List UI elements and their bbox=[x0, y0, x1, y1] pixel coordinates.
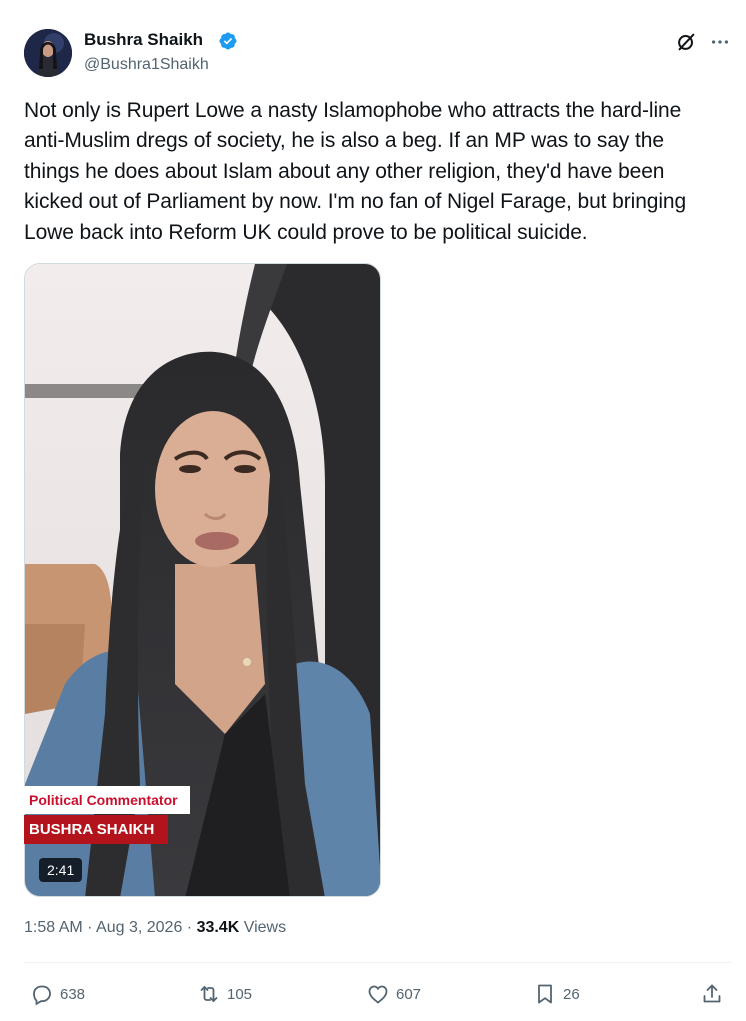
meta-separator: · bbox=[182, 919, 197, 936]
tweet-date[interactable]: Aug 3, 2026 bbox=[96, 919, 182, 936]
bookmark-icon bbox=[538, 984, 552, 1004]
like-icon bbox=[368, 985, 388, 1004]
views-count: 33.4K bbox=[196, 919, 240, 936]
tweet-time[interactable]: 1:58 AM bbox=[24, 919, 83, 936]
repost-count: 105 bbox=[227, 985, 253, 1003]
author-handle[interactable]: @Bushra1Shaikh bbox=[84, 56, 209, 74]
tweet-meta: 1:58 AM · Aug 3, 2026 · 33.4K Views bbox=[24, 919, 286, 937]
video-duration: 2:41 bbox=[39, 858, 83, 882]
divider bbox=[24, 962, 732, 963]
verified-badge-icon bbox=[218, 31, 238, 51]
more-icon[interactable] bbox=[709, 31, 731, 53]
tweet-text: Not only is Rupert Lowe a nasty Islamoph… bbox=[24, 99, 687, 244]
lower-third-name: BUSHRA SHAIKH bbox=[24, 815, 169, 844]
repost-button[interactable]: 105 bbox=[197, 980, 252, 1008]
lower-third-title: Political Commentator bbox=[24, 786, 190, 814]
bookmark-button[interactable]: 26 bbox=[533, 980, 580, 1008]
bookmark-count: 26 bbox=[563, 985, 580, 1003]
meta-separator: · bbox=[82, 919, 97, 936]
reply-button[interactable]: 638 bbox=[30, 980, 85, 1008]
like-button[interactable]: 607 bbox=[366, 980, 421, 1008]
reply-count: 638 bbox=[60, 985, 86, 1003]
avatar-image bbox=[24, 29, 72, 77]
reply-icon bbox=[33, 985, 51, 1006]
share-icon bbox=[703, 984, 721, 1003]
repost-icon bbox=[200, 986, 218, 1002]
views-label: Views bbox=[239, 919, 287, 936]
like-count: 607 bbox=[396, 985, 422, 1003]
share-button[interactable] bbox=[700, 980, 730, 1008]
avatar[interactable] bbox=[24, 29, 72, 77]
author-name[interactable]: Bushra Shaikh bbox=[84, 30, 203, 50]
grok-icon[interactable] bbox=[675, 31, 697, 53]
